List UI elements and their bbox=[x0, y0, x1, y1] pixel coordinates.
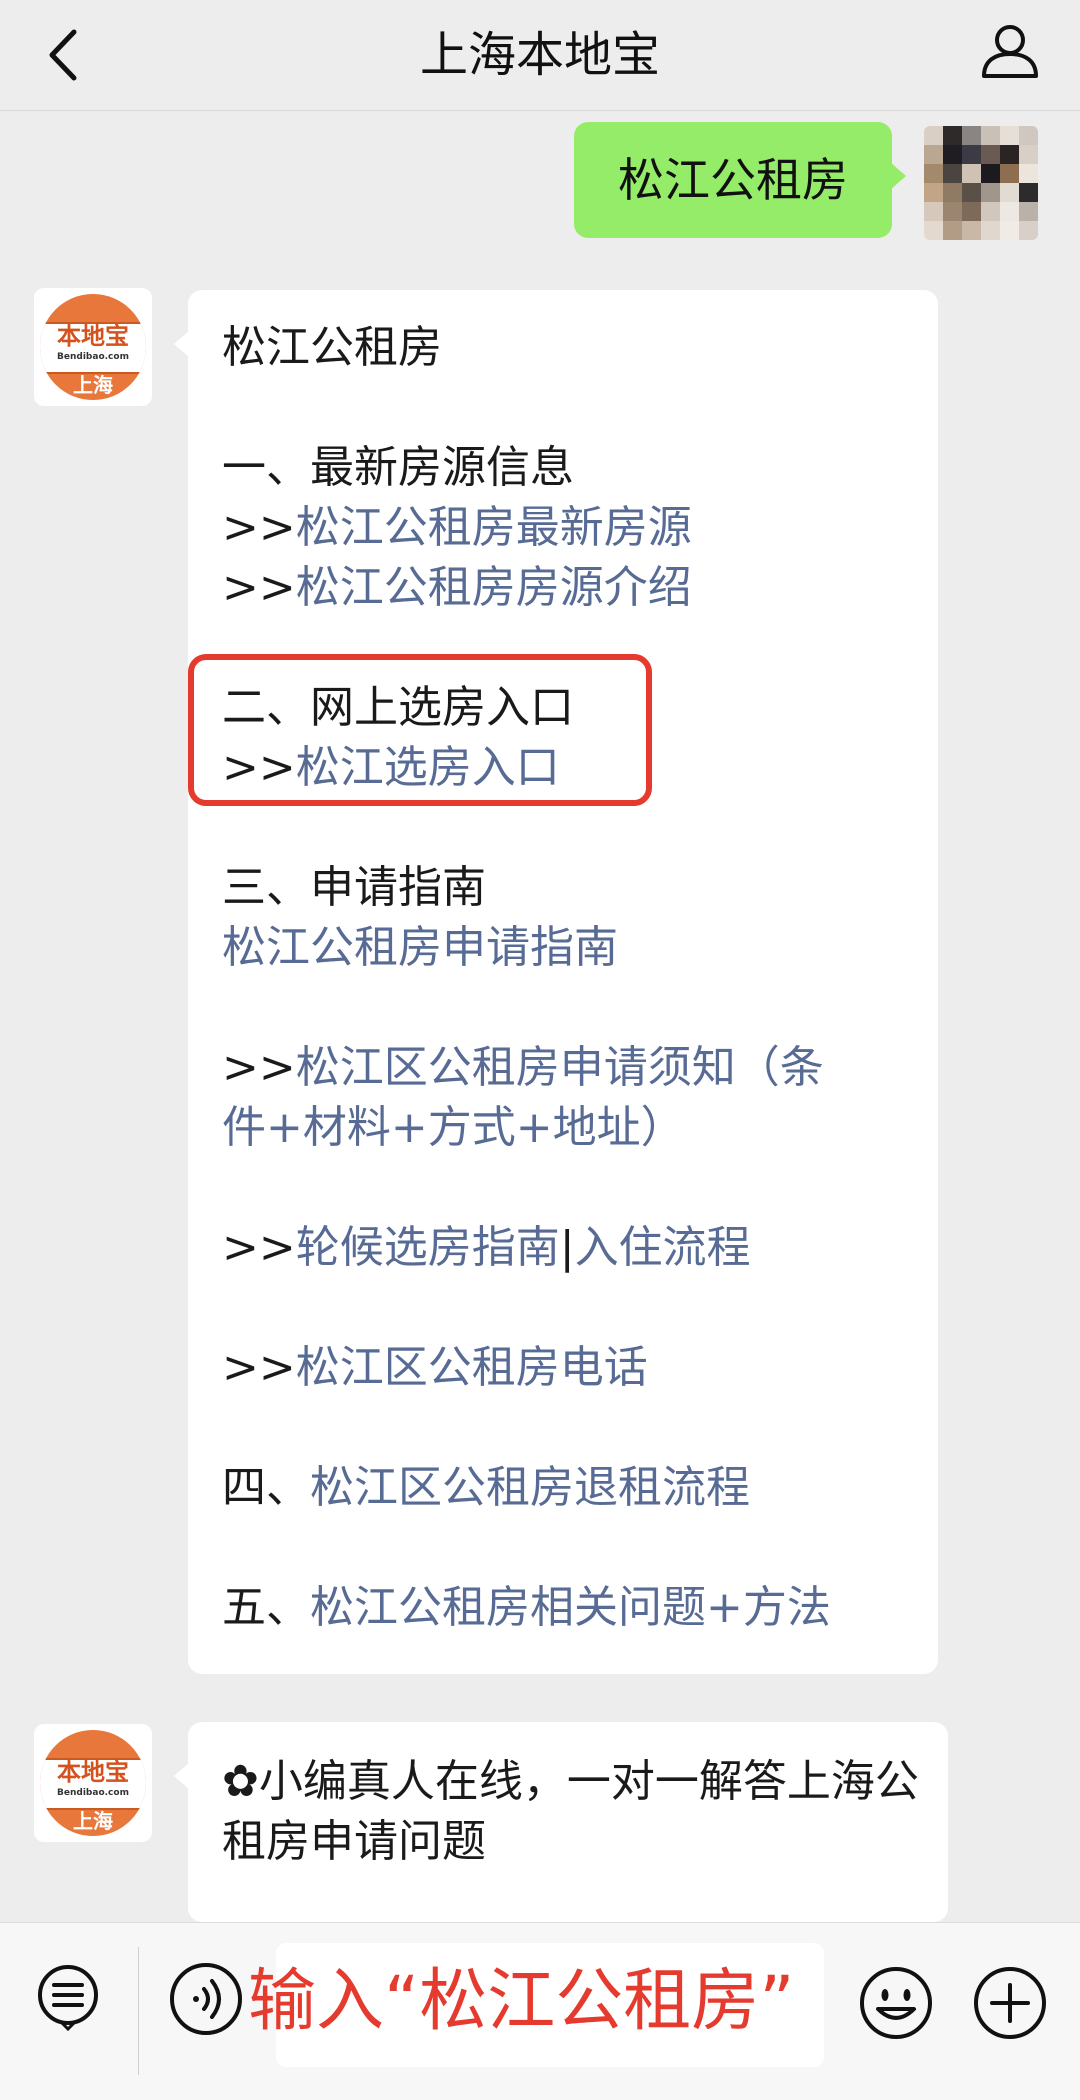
logo-city: 上海 bbox=[73, 1809, 113, 1833]
list-item: >>松江区公租房申请须知（条 bbox=[222, 1038, 824, 1098]
logo-domain: Bendibao.com bbox=[57, 352, 129, 362]
logo-domain: Bendibao.com bbox=[57, 1788, 129, 1798]
link-prefix: >> bbox=[222, 742, 296, 793]
chat-header: 上海本地宝 bbox=[0, 0, 1080, 111]
reply-message-bubble-2: ✿小编真人在线，一对一解答上海公租房申请问题 bbox=[174, 1722, 948, 1922]
link-faq[interactable]: 松江公租房相关问题+方法 bbox=[310, 1582, 831, 1633]
chat-title: 上海本地宝 bbox=[419, 27, 660, 83]
person-icon[interactable] bbox=[978, 18, 1042, 82]
logo-disc: 本地宝 Bendibao.com 上海 bbox=[40, 1730, 146, 1836]
link-application-guide[interactable]: 松江公租房申请指南 bbox=[222, 918, 618, 978]
emoji-icon[interactable] bbox=[856, 1963, 936, 2043]
menu-list-icon[interactable] bbox=[34, 1963, 102, 2031]
reply-message-bubble: 松江公租房 一、最新房源信息 >>松江公租房最新房源 >>松江公租房房源介绍 二… bbox=[174, 290, 938, 1674]
reply2-text: ✿小编真人在线，一对一解答上海公租房申请问题 bbox=[222, 1756, 919, 1867]
logo-brand: 本地宝 bbox=[57, 322, 129, 350]
official-account-avatar[interactable]: 本地宝 Bendibao.com 上海 bbox=[34, 288, 152, 406]
user-avatar[interactable] bbox=[924, 126, 1038, 240]
link-application-notice[interactable]: 松江区公租房申请须知（条 bbox=[296, 1042, 824, 1093]
link-listing-intro[interactable]: 松江公租房房源介绍 bbox=[296, 562, 692, 613]
link-lease-termination[interactable]: 松江区公租房退租流程 bbox=[310, 1462, 750, 1513]
instruction-caption: 输入“松江公租房” bbox=[248, 1962, 795, 2041]
link-prefix: >> bbox=[222, 1342, 296, 1393]
list-item: >>松江区公租房电话 bbox=[222, 1338, 648, 1398]
section-4-title: 四、 bbox=[222, 1462, 310, 1513]
link-prefix: >> bbox=[222, 1042, 296, 1093]
sent-message-bubble[interactable]: 松江公租房 bbox=[574, 122, 906, 238]
link-latest-listings[interactable]: 松江公租房最新房源 bbox=[296, 502, 692, 553]
link-phone[interactable]: 松江区公租房电话 bbox=[296, 1342, 648, 1393]
reply-heading: 松江公租房 bbox=[222, 322, 442, 373]
list-item: 五、松江公租房相关问题+方法 bbox=[222, 1578, 831, 1638]
list-item: >>松江公租房房源介绍 bbox=[222, 558, 692, 618]
official-account-avatar[interactable]: 本地宝 Bendibao.com 上海 bbox=[34, 1724, 152, 1842]
sent-message-text: 松江公租房 bbox=[618, 153, 848, 207]
link-online-selection[interactable]: 松江选房入口 bbox=[296, 742, 560, 793]
plus-icon[interactable] bbox=[970, 1963, 1050, 2043]
divider bbox=[138, 1947, 139, 2075]
list-item: >>松江选房入口 bbox=[222, 738, 560, 798]
link-application-notice-cont[interactable]: 件+材料+方式+地址） bbox=[222, 1098, 685, 1158]
list-item: >>轮候选房指南|入住流程 bbox=[222, 1218, 751, 1278]
logo-brand: 本地宝 bbox=[57, 1758, 129, 1786]
section-3-title: 三、申请指南 bbox=[222, 862, 486, 913]
link-waiting-guide[interactable]: 轮候选房指南 bbox=[296, 1222, 560, 1273]
link-prefix: >> bbox=[222, 562, 296, 613]
logo-city: 上海 bbox=[73, 373, 113, 397]
logo-disc: 本地宝 Bendibao.com 上海 bbox=[40, 294, 146, 400]
section-1-title: 一、最新房源信息 bbox=[222, 442, 574, 493]
list-item: >>松江公租房最新房源 bbox=[222, 498, 692, 558]
voice-icon[interactable] bbox=[168, 1961, 244, 2037]
link-prefix: >> bbox=[222, 1222, 296, 1273]
section-5-title: 五、 bbox=[222, 1582, 310, 1633]
section-2-title: 二、网上选房入口 bbox=[222, 682, 574, 733]
link-move-in-process[interactable]: 入住流程 bbox=[575, 1222, 751, 1273]
list-item: 四、松江区公租房退租流程 bbox=[222, 1458, 750, 1518]
link-prefix: >> bbox=[222, 502, 296, 553]
link-separator: | bbox=[559, 1222, 575, 1273]
